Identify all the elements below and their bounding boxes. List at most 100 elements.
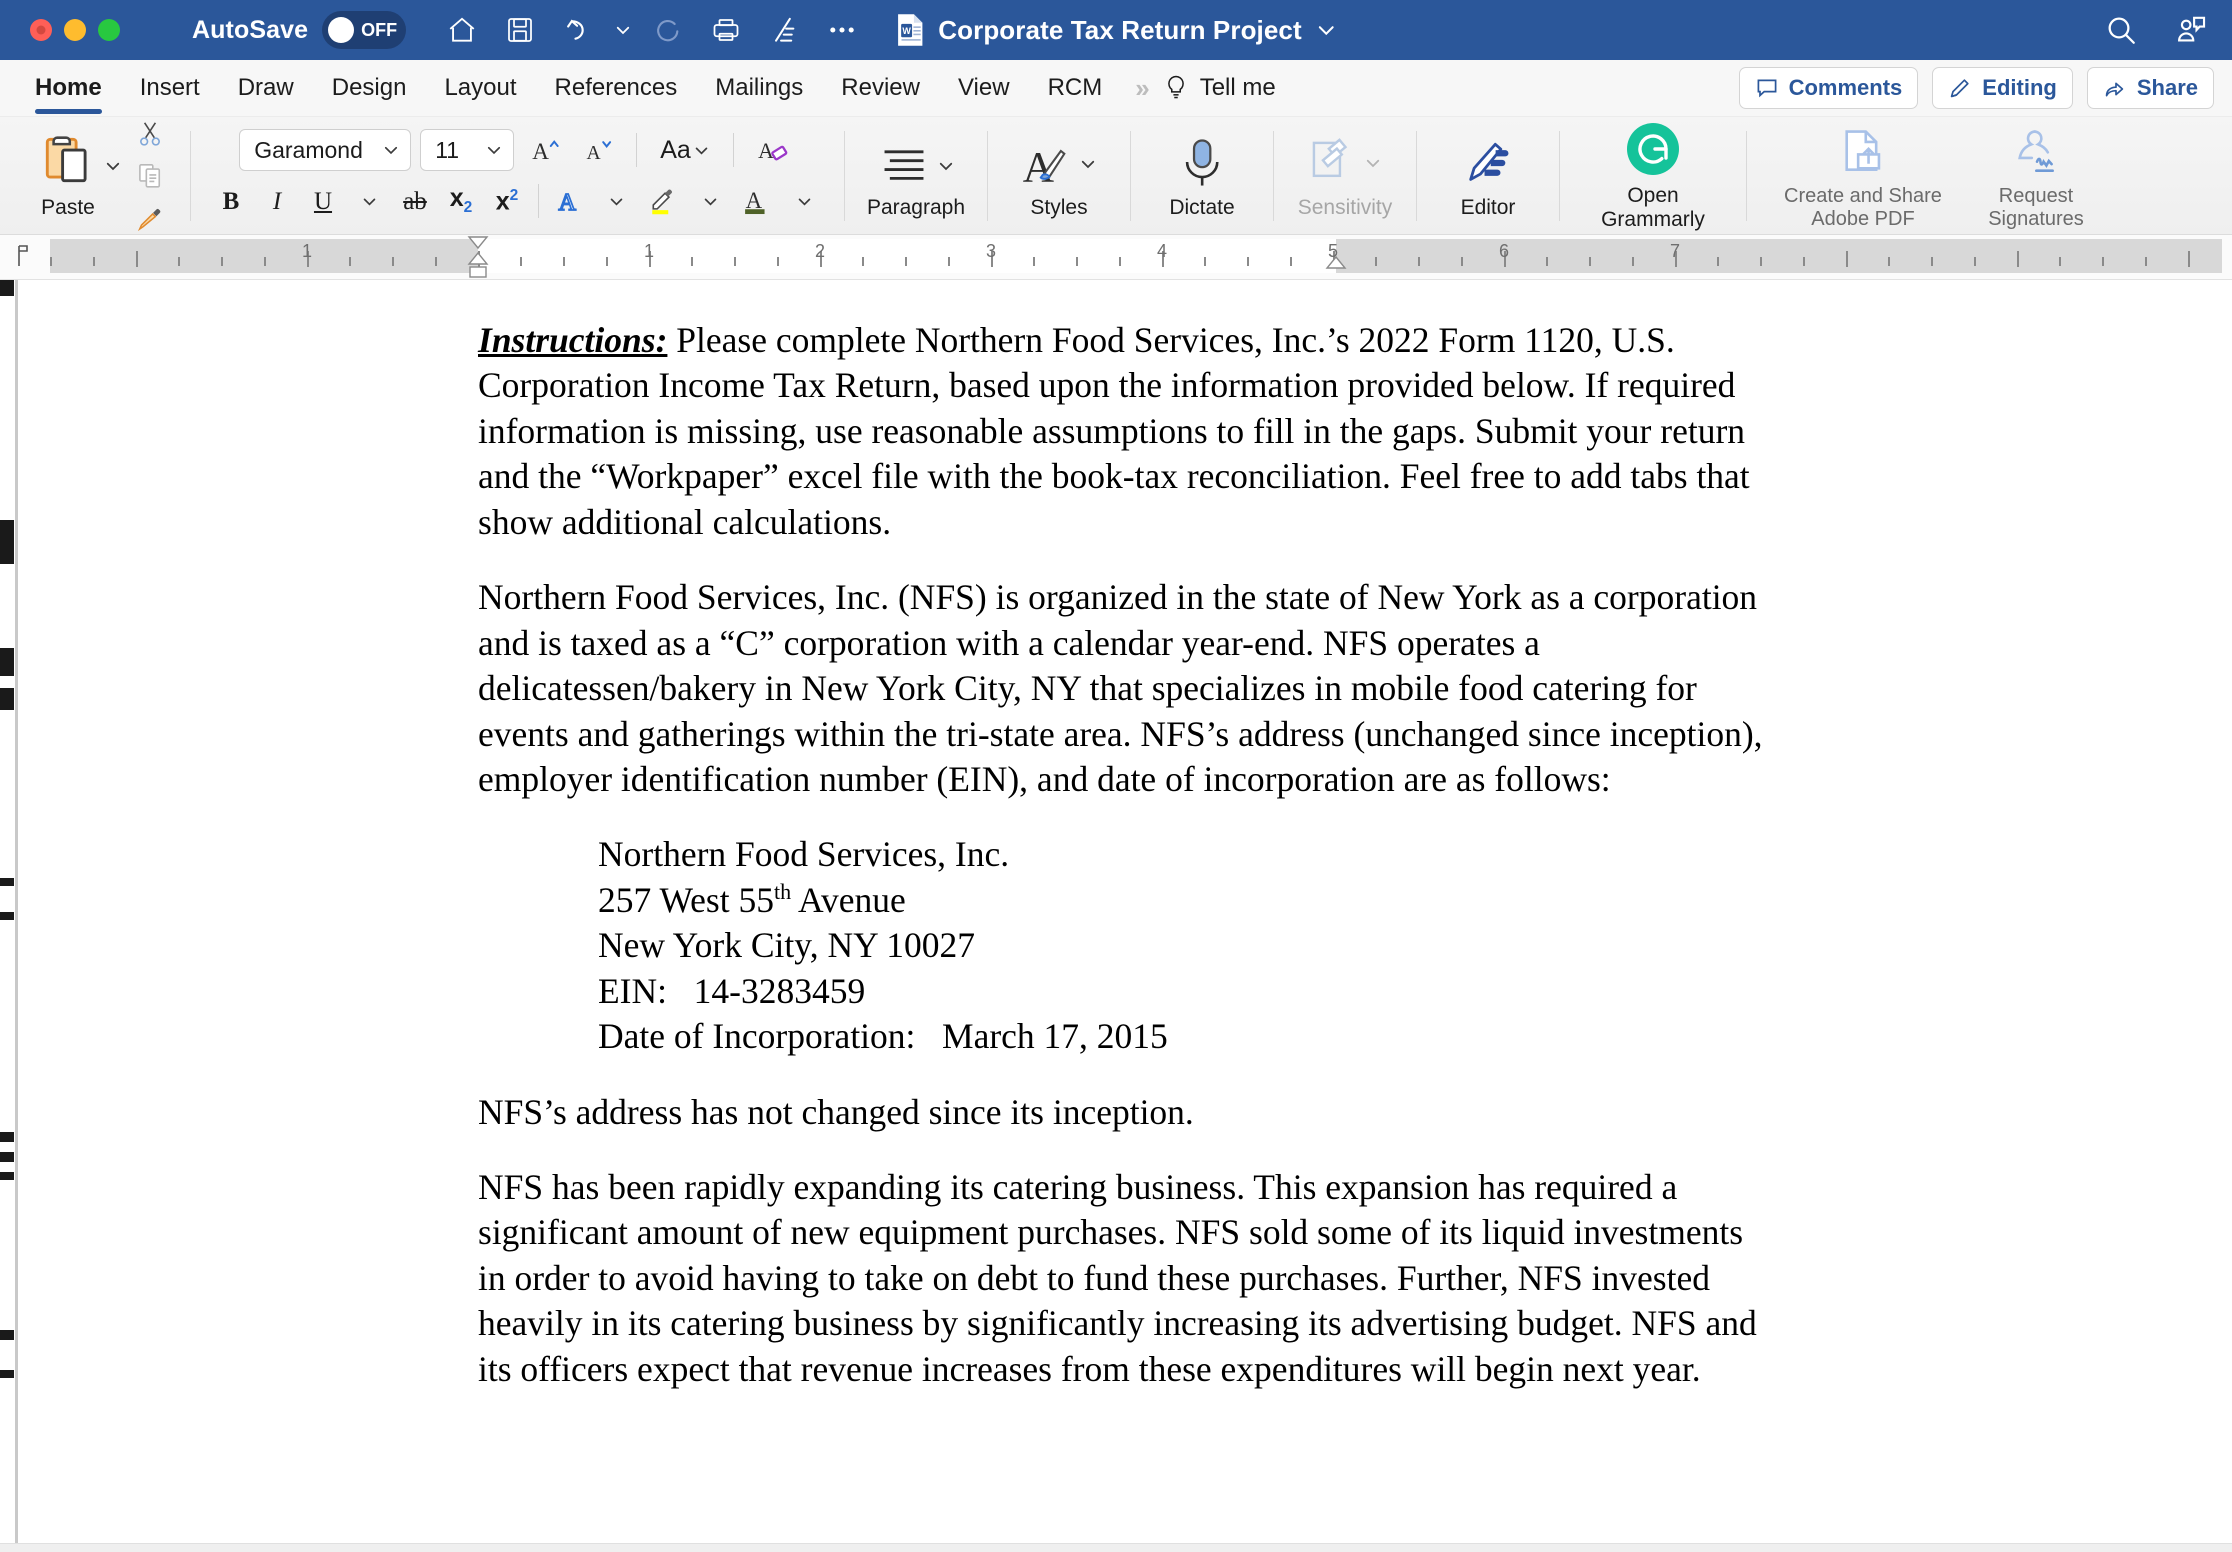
document-body[interactable]: Instructions: Please complete Northern F… (478, 318, 1768, 1392)
shrink-font-button[interactable]: A (576, 128, 620, 172)
tab-insert[interactable]: Insert (121, 60, 219, 117)
copy-button[interactable] (128, 156, 172, 196)
grow-font-button[interactable]: A (523, 128, 567, 172)
print-icon[interactable] (700, 6, 752, 54)
font-color-button[interactable]: A (734, 179, 780, 223)
editor-label: Editor (1460, 195, 1516, 219)
paste-button[interactable]: Paste (26, 131, 110, 220)
ruler-right-margin (1336, 239, 2222, 273)
ruler-tick (1973, 257, 1976, 266)
vertical-scroll-track[interactable] (15, 280, 18, 1552)
ruler-tick (434, 257, 437, 266)
revision-change-bar (0, 280, 14, 296)
tab-layout[interactable]: Layout (425, 60, 535, 117)
title-bar-right-tools (2104, 13, 2208, 47)
editing-mode-button[interactable]: Editing (1932, 67, 2073, 109)
ribbon-overflow-icon[interactable]: » (1135, 73, 1150, 104)
change-case-label: Aa (660, 135, 691, 164)
font-color-dropdown-button[interactable] (782, 179, 826, 223)
ruler-tick (1204, 257, 1207, 266)
strikethrough-button[interactable]: ab (393, 179, 437, 223)
highlight-color-button[interactable] (640, 179, 686, 223)
clipboard-group: Paste (16, 117, 182, 234)
tell-me-button[interactable]: Tell me (1163, 73, 1276, 103)
document-canvas[interactable]: Instructions: Please complete Northern F… (0, 280, 2232, 1552)
tab-mailings[interactable]: Mailings (696, 60, 822, 117)
text-effects-dropdown-button[interactable] (594, 179, 638, 223)
more-options-icon[interactable] (816, 6, 868, 54)
superscript-button[interactable]: x2 (485, 179, 529, 223)
grammarly-label-line1: Open (1627, 183, 1679, 207)
bold-button[interactable]: B (209, 179, 253, 223)
underline-dropdown-button[interactable] (347, 179, 391, 223)
editor-pen-icon[interactable] (758, 6, 810, 54)
request-signatures-button[interactable]: Request Signatures (1961, 117, 2111, 234)
clear-formatting-button[interactable]: A (750, 128, 796, 172)
create-share-adobe-pdf-button[interactable]: Create and Share Adobe PDF (1765, 117, 1961, 234)
address-block[interactable]: Northern Food Services, Inc. 257 West 55… (598, 832, 1768, 1059)
maximize-window-button[interactable] (98, 19, 120, 41)
paragraph-expansion[interactable]: NFS has been rapidly expanding its cater… (478, 1165, 1768, 1392)
dictate-group: Dictate (1139, 117, 1265, 234)
autosave-control[interactable]: AutoSave OFF (192, 11, 407, 49)
request-signatures-label: Request Signatures (1988, 185, 2084, 231)
tab-draw[interactable]: Draw (219, 60, 313, 117)
document-page[interactable]: Instructions: Please complete Northern F… (0, 280, 2232, 1552)
undo-dropdown-caret-icon[interactable] (610, 6, 636, 54)
search-icon[interactable] (2104, 13, 2138, 47)
document-left-gutter (0, 280, 18, 1552)
comments-button[interactable]: Comments (1738, 67, 1919, 109)
autosave-toggle[interactable]: OFF (322, 11, 407, 49)
tab-references[interactable]: References (536, 60, 697, 117)
ruler-tick (776, 257, 779, 266)
grammarly-icon (1627, 122, 1679, 175)
tab-design[interactable]: Design (313, 60, 426, 117)
tab-view[interactable]: View (939, 60, 1029, 117)
ruler-left-margin (50, 239, 478, 273)
cut-button[interactable] (128, 114, 172, 154)
copilot-icon[interactable] (2174, 13, 2208, 47)
format-painter-button[interactable] (128, 198, 172, 238)
address-street: 257 West 55th Avenue (598, 878, 1768, 923)
save-icon[interactable] (494, 6, 546, 54)
tab-review[interactable]: Review (822, 60, 939, 117)
right-indent-marker[interactable] (1325, 255, 1347, 275)
left-indent-marker[interactable] (468, 265, 488, 279)
undo-icon[interactable] (552, 6, 604, 54)
paste-dropdown-caret-icon[interactable] (104, 157, 122, 175)
styles-button[interactable]: A Styles (1006, 117, 1112, 234)
paragraph-overview[interactable]: Northern Food Services, Inc. (NFS) is or… (478, 575, 1768, 802)
minimize-window-button[interactable] (64, 19, 86, 41)
editor-button[interactable]: Editor (1435, 117, 1541, 234)
subscript-button[interactable]: x2 (439, 179, 483, 223)
paragraph-instructions[interactable]: Instructions: Please complete Northern F… (478, 318, 1768, 545)
font-name-select[interactable]: Garamond (239, 129, 412, 171)
document-title[interactable]: W Corporate Tax Return Project (895, 13, 1337, 47)
dictate-button[interactable]: Dictate (1149, 117, 1255, 234)
document-bottom-edge (0, 1543, 2232, 1552)
close-window-button[interactable] (30, 19, 52, 41)
open-grammarly-button[interactable]: Open Grammarly (1578, 117, 1728, 234)
underline-button[interactable]: U (301, 179, 345, 223)
share-button[interactable]: Share (2086, 67, 2214, 109)
ruler-tick (1460, 257, 1463, 266)
revision-change-bar (0, 878, 14, 886)
paragraph-address-unchanged[interactable]: NFS’s address has not changed since its … (478, 1090, 1768, 1135)
format-painter-icon (137, 208, 161, 231)
font-size-select[interactable]: 11 (420, 129, 515, 171)
svg-text:A: A (558, 189, 576, 216)
horizontal-ruler[interactable]: 11234567 (0, 235, 2232, 280)
paragraph-button[interactable]: Paragraph (863, 117, 969, 234)
revision-change-bar (0, 1132, 14, 1142)
text-effects-button[interactable]: A (548, 179, 592, 223)
home-icon[interactable] (436, 6, 488, 54)
change-case-button[interactable]: Aa (653, 128, 717, 172)
italic-button[interactable]: I (255, 179, 299, 223)
highlight-dropdown-button[interactable] (688, 179, 732, 223)
tab-home[interactable]: Home (16, 60, 121, 117)
sensitivity-button[interactable]: Sensitivity (1292, 117, 1398, 234)
chevron-down-icon (704, 198, 716, 206)
editing-label: Editing (1982, 75, 2057, 100)
tab-rcm[interactable]: RCM (1029, 60, 1122, 117)
adobe-pdf-line2: Adobe PDF (1811, 208, 1915, 230)
